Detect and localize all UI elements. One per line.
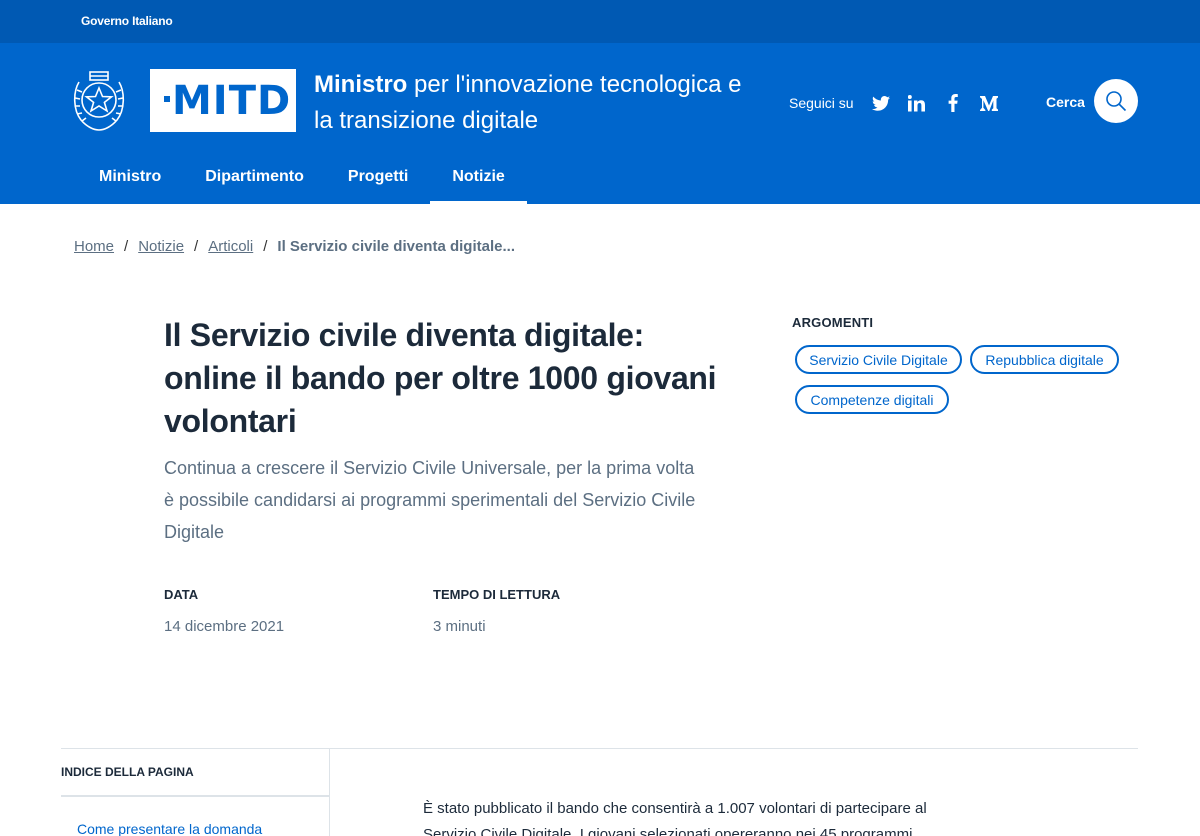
main-nav: Ministro Dipartimento Progetti Notizie bbox=[77, 154, 528, 204]
governo-italiano-link[interactable]: Governo Italiano bbox=[81, 14, 173, 28]
mitd-logo[interactable]: MITD bbox=[150, 69, 296, 132]
republic-emblem-icon[interactable] bbox=[69, 68, 129, 134]
article-title: Il Servizio civile diventa digitale: onl… bbox=[164, 317, 717, 439]
topic-chip-competenze-digitali[interactable]: Competenze digitali bbox=[795, 385, 949, 414]
search-button[interactable] bbox=[1094, 79, 1138, 123]
topics-label: ARGOMENTI bbox=[792, 315, 874, 330]
reading-time-label: TEMPO DI LETTURA bbox=[433, 587, 561, 602]
topic-chip-servizio-civile-digitale[interactable]: Servizio Civile Digitale bbox=[795, 345, 962, 374]
follow-label: Seguici su bbox=[789, 95, 854, 111]
search-icon bbox=[1106, 91, 1127, 112]
nav-item-notizie[interactable]: Notizie bbox=[430, 154, 528, 204]
breadcrumb-separator: / bbox=[194, 238, 199, 255]
breadcrumb-current: Il Servizio civile diventa digitale... bbox=[277, 238, 515, 255]
breadcrumb: Home / Notizie / Articoli / Il Servizio … bbox=[74, 238, 515, 255]
date-value: 14 dicembre 2021 bbox=[164, 618, 285, 635]
article-reading-time: TEMPO DI LETTURA 3 minuti bbox=[433, 587, 560, 635]
topic-chip-repubblica-digitale[interactable]: Repubblica digitale bbox=[970, 345, 1119, 374]
linkedin-icon[interactable] bbox=[906, 93, 928, 113]
breadcrumb-separator: / bbox=[263, 238, 268, 255]
nav-item-ministro[interactable]: Ministro bbox=[77, 154, 183, 204]
date-label: DATA bbox=[164, 587, 199, 602]
logo-dot bbox=[164, 96, 170, 102]
column-divider bbox=[329, 749, 330, 836]
medium-icon[interactable] bbox=[978, 93, 1000, 113]
section-divider bbox=[61, 748, 1138, 749]
nav-item-progetti[interactable]: Progetti bbox=[326, 154, 430, 204]
search-label[interactable]: Cerca bbox=[1046, 94, 1085, 110]
breadcrumb-articoli[interactable]: Articoli bbox=[208, 238, 253, 255]
site-header: MITD Ministro per l'innovazione tecnolog… bbox=[0, 43, 1200, 204]
site-title-bold: Ministro bbox=[314, 71, 408, 98]
article-body-text: È stato pubblicato il bando che consenti… bbox=[423, 800, 927, 836]
nav-item-dipartimento[interactable]: Dipartimento bbox=[183, 154, 326, 204]
toc-item-come-presentare[interactable]: Come presentare la domanda bbox=[77, 821, 262, 836]
toc-label: INDICE DELLA PAGINA bbox=[61, 765, 194, 779]
breadcrumb-notizie[interactable]: Notizie bbox=[138, 238, 184, 255]
breadcrumb-separator: / bbox=[124, 238, 129, 255]
top-bar: Governo Italiano bbox=[0, 0, 1200, 43]
breadcrumb-home[interactable]: Home bbox=[74, 238, 114, 255]
toc-progress-line bbox=[61, 795, 329, 797]
topics-section: ARGOMENTI bbox=[792, 315, 873, 330]
facebook-icon[interactable] bbox=[942, 93, 964, 113]
twitter-icon[interactable] bbox=[870, 93, 892, 113]
reading-time-value: 3 minuti bbox=[433, 618, 486, 635]
site-title[interactable]: Ministro per l'innovazione tecnologica e… bbox=[314, 67, 754, 139]
social-links: Seguici su bbox=[789, 93, 1008, 113]
article-date: DATA 14 dicembre 2021 bbox=[164, 587, 284, 635]
article-subtitle: Continua a crescere il Servizio Civile U… bbox=[164, 458, 696, 542]
logo-text: MITD bbox=[172, 78, 292, 124]
